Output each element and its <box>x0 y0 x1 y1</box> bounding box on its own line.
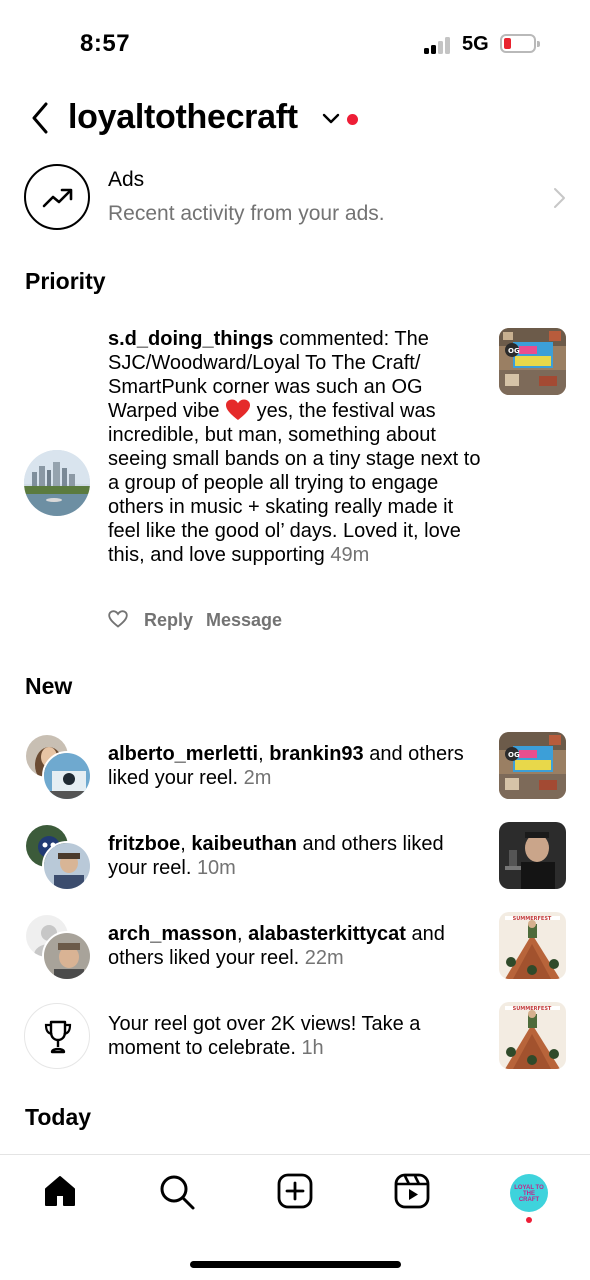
comment-time: 49m <box>330 544 370 566</box>
search-icon <box>160 1175 195 1210</box>
back-button[interactable] <box>28 100 56 136</box>
section-new-title: New <box>25 673 73 699</box>
ads-subtitle: Recent activity from your ads. <box>108 202 385 225</box>
avatar <box>42 841 92 891</box>
thumb-label-og: OG <box>508 751 520 759</box>
create-plus-icon <box>277 1173 313 1209</box>
username[interactable]: arch_masson <box>108 923 237 945</box>
notification-message: Your reel got over 2K views! Take a mome… <box>108 1013 421 1059</box>
nav-reels[interactable] <box>394 1173 434 1213</box>
username[interactable]: alberto_merletti <box>108 743 258 765</box>
notification-time: 22m <box>304 947 344 969</box>
separator: , <box>236 923 249 945</box>
heart-outline-icon[interactable] <box>108 610 128 628</box>
ads-activity-row[interactable]: Ads Recent activity from your ads. <box>0 160 590 238</box>
avatar-stack[interactable] <box>24 913 92 981</box>
signal-icon <box>424 36 452 54</box>
section-today-title: Today <box>25 1104 92 1130</box>
milestone-badge <box>24 1003 90 1069</box>
profile-avatar-logo-text: LOYAL TO THE CRAFT <box>514 1185 544 1203</box>
network-label: 5G <box>462 33 489 55</box>
reel-thumbnail[interactable]: SUMMERFEST <box>499 1002 566 1069</box>
commenter-username[interactable]: s.d_doing_things <box>108 328 274 350</box>
message-button[interactable]: Message <box>206 610 282 631</box>
reel-thumbnail[interactable]: SUMMERFEST <box>499 912 566 979</box>
username[interactable]: brankin93 <box>269 743 363 765</box>
home-icon <box>45 1176 75 1206</box>
battery-icon <box>500 34 540 53</box>
account-switcher-title[interactable]: loyaltothecraft <box>68 98 298 137</box>
thumb-label-og: OG <box>508 347 520 355</box>
notification-text: fritzboe, kaibeuthan and others liked yo… <box>108 832 488 880</box>
separator: , <box>258 743 270 765</box>
section-priority-title: Priority <box>25 268 106 294</box>
ads-title: Ads <box>108 168 145 191</box>
notification-time: 1h <box>301 1037 324 1059</box>
status-time: 8:57 <box>80 30 131 57</box>
username[interactable]: alabasterkittycat <box>248 923 406 945</box>
avatar[interactable] <box>24 450 90 516</box>
reply-button[interactable]: Reply <box>144 610 193 631</box>
trophy-icon <box>44 1020 72 1054</box>
nav-create[interactable] <box>277 1173 317 1213</box>
avatar <box>42 751 92 801</box>
ads-trending-icon <box>24 164 90 230</box>
nav-profile-avatar[interactable]: LOYAL TO THE CRAFT <box>510 1174 548 1212</box>
notification-time: 2m <box>243 767 272 789</box>
status-bar: 8:57 5G <box>0 0 590 90</box>
nav-home[interactable] <box>42 1173 82 1213</box>
chevron-down-icon[interactable] <box>322 112 340 126</box>
username[interactable]: kaibeuthan <box>191 833 297 855</box>
notification-text: Your reel got over 2K views! Take a mome… <box>108 1012 488 1060</box>
notification-dot <box>347 114 358 125</box>
reel-thumbnail[interactable] <box>499 822 566 889</box>
bottom-nav: LOYAL TO THE CRAFT <box>0 1154 590 1280</box>
avatar-stack[interactable] <box>24 733 92 801</box>
reel-thumbnail[interactable]: OG <box>499 732 566 799</box>
username[interactable]: fritzboe <box>108 833 180 855</box>
avatar-stack[interactable] <box>24 823 92 891</box>
profile-notification-dot <box>526 1217 532 1223</box>
chevron-left-icon <box>32 102 48 134</box>
chevron-right-icon <box>554 188 565 208</box>
nav-search[interactable] <box>158 1173 198 1213</box>
notification-time: 10m <box>196 857 236 879</box>
home-indicator[interactable] <box>190 1261 401 1268</box>
comment-text-part-2: yes, the festival was incredible, but ma… <box>108 400 481 566</box>
separator: , <box>180 833 192 855</box>
priority-comment-text: s.d_doing_things commented: The SJC/Wood… <box>108 327 488 567</box>
avatar <box>42 931 92 981</box>
reel-thumbnail[interactable]: OG <box>499 328 566 395</box>
red-heart-icon <box>226 399 251 420</box>
notification-text: arch_masson, alabasterkittycat and other… <box>108 922 488 970</box>
reels-icon <box>394 1173 430 1209</box>
notification-text: alberto_merletti, brankin93 and others l… <box>108 742 488 790</box>
